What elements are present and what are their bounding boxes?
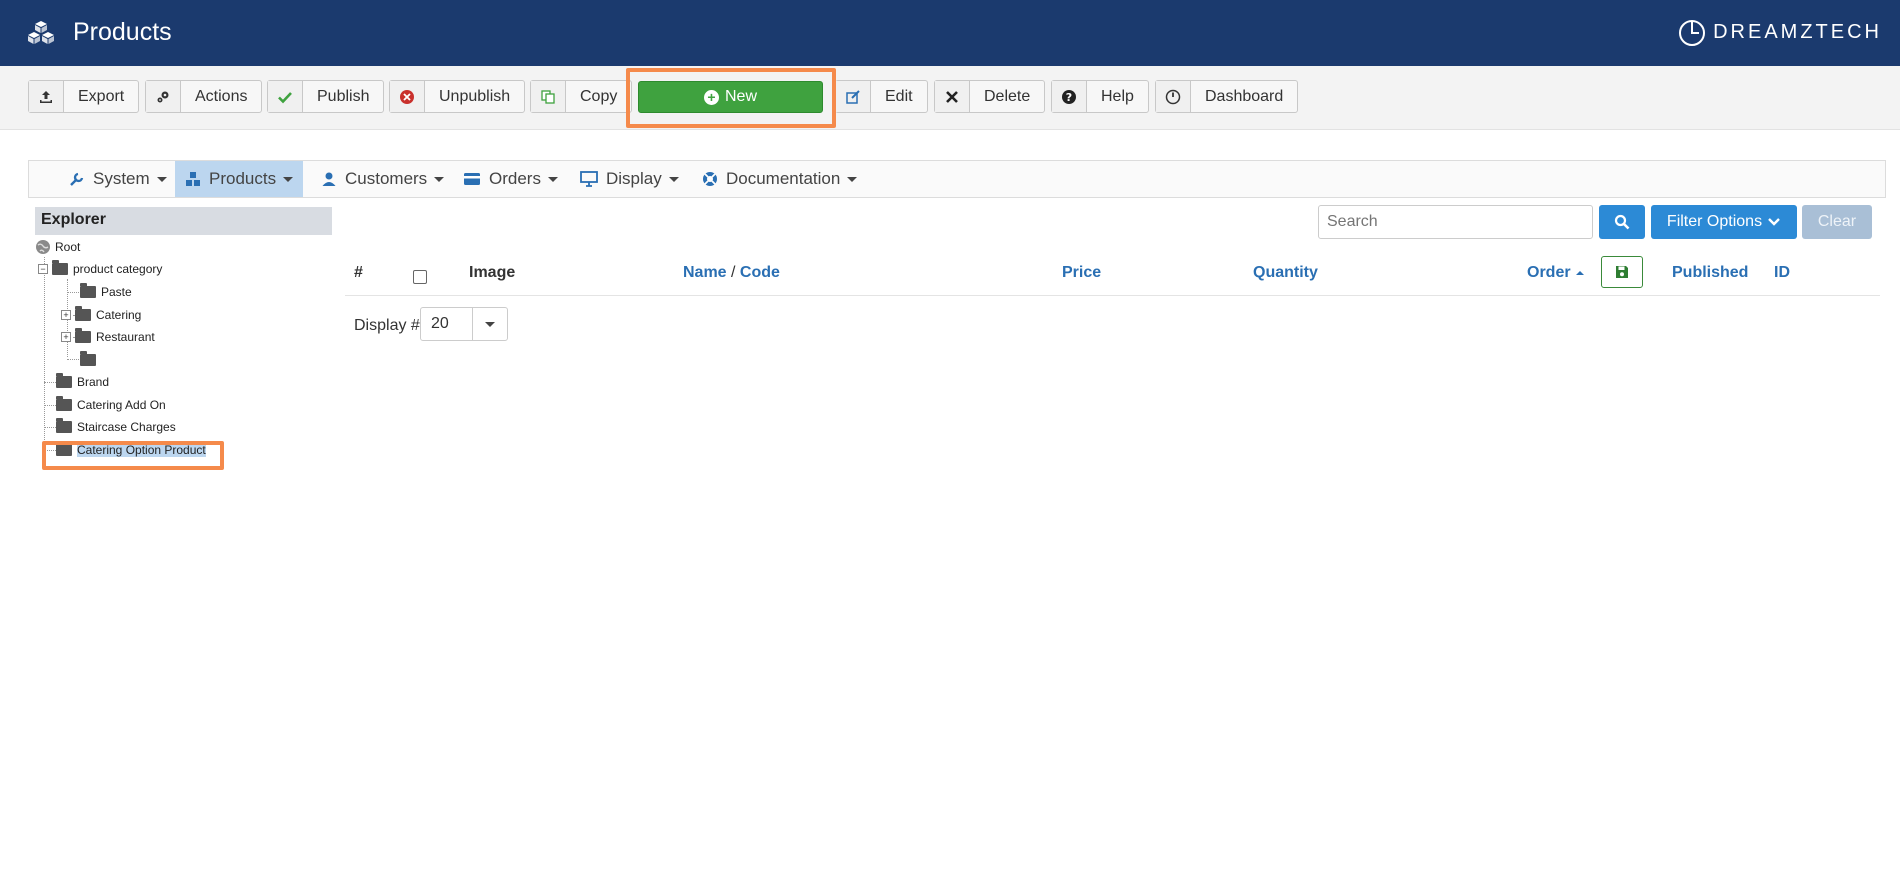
dropdown-toggle[interactable] [473,308,507,340]
caret-down-icon [668,176,679,182]
caret-down-icon [547,176,558,182]
expand-icon[interactable]: + [61,310,71,320]
times-icon [935,81,970,112]
save-order-button[interactable] [1601,256,1643,288]
svg-text:?: ? [1066,91,1072,104]
monitor-icon [580,171,598,187]
tree-node-restaurant[interactable]: + Restaurant [61,327,155,347]
folder-icon [80,351,96,366]
tree-node-root[interactable]: Root [35,237,80,257]
cubes-icon [186,172,200,186]
col-name-code: Name / Code [683,264,780,281]
nav-customers[interactable]: Customers [311,161,454,197]
app-header: Products DREAMZTECH [0,0,1900,66]
brand-logo: DREAMZTECH [1677,17,1882,47]
user-icon [322,172,336,186]
folder-icon [80,283,96,298]
lifebuoy-icon [703,172,717,186]
search-button[interactable] [1599,205,1645,239]
credit-card-icon [464,173,480,185]
caret-down-icon [434,176,445,182]
brand-name: DREAMZTECH [1713,20,1882,43]
col-number: # [354,264,363,281]
page-title: Products [73,18,172,46]
dashboard-button[interactable]: Dashboard [1155,80,1299,113]
tree-node-catering-add-on[interactable]: Catering Add On [56,395,166,415]
check-icon [268,81,303,112]
col-price[interactable]: Price [1062,264,1101,282]
tree-node-brand[interactable]: Brand [56,372,109,392]
expand-icon[interactable]: + [61,332,71,342]
times-circle-icon [390,81,425,112]
folder-icon [56,373,72,388]
edit-icon [836,81,871,112]
sort-asc-icon [1576,271,1585,275]
explorer-title: Explorer [35,207,332,235]
new-button-highlight [626,68,836,128]
delete-button[interactable]: Delete [934,80,1046,113]
main-nav: System Products Customers Orders Display… [28,160,1886,198]
filter-options-button[interactable]: Filter Options [1651,205,1797,239]
search-icon [1614,214,1630,230]
col-quantity[interactable]: Quantity [1253,264,1318,282]
caret-down-icon [156,176,167,182]
collapse-icon[interactable]: − [38,264,48,274]
toolbar: Export Actions Publish Unpublish Copy + … [0,66,1900,130]
display-count-select[interactable]: 20 [420,307,508,341]
question-circle-icon: ? [1052,81,1087,112]
folder-icon [56,396,72,411]
caret-down-icon [283,176,294,182]
sort-by-name[interactable]: Name [683,264,727,281]
col-id[interactable]: ID [1774,264,1790,282]
col-order[interactable]: Order [1527,264,1585,282]
gears-icon [146,81,181,112]
caret-down-icon [485,321,495,327]
chevron-down-icon [1768,218,1780,226]
globe-icon [36,240,50,254]
help-button[interactable]: ? Help [1051,80,1149,113]
copy-icon [531,81,566,112]
nav-documentation[interactable]: Documentation [692,161,867,197]
folder-icon [56,418,72,433]
nav-display[interactable]: Display [570,161,689,197]
col-published[interactable]: Published [1672,264,1748,282]
table-header-divider [345,295,1880,296]
clear-button[interactable]: Clear [1802,205,1872,239]
publish-button[interactable]: Publish [267,80,385,113]
folder-icon [75,328,91,343]
col-image: Image [469,264,516,281]
tree-node-staircase-charges[interactable]: Staircase Charges [56,417,176,437]
dashboard-icon [1156,81,1191,112]
selected-node-highlight [42,441,224,470]
tree-node-catering[interactable]: + Catering [61,305,141,325]
search-input[interactable] [1318,205,1593,239]
nav-products[interactable]: Products [175,161,304,197]
tree-node-product-category[interactable]: − product category [38,259,162,279]
export-button[interactable]: Export [28,80,140,113]
upload-icon [29,81,64,112]
tree-line [44,257,45,454]
tree-node-unnamed[interactable] [80,350,101,370]
tree-node-paste[interactable]: Paste [80,282,132,302]
display-count-value: 20 [421,308,473,340]
folder-open-icon [52,260,68,275]
nav-system[interactable]: System [59,161,177,197]
cubes-icon [28,21,54,44]
select-all-checkbox[interactable] [413,270,427,284]
wrench-icon [70,172,84,186]
display-count-label: Display # [354,317,420,334]
caret-down-icon [847,176,858,182]
edit-button[interactable]: Edit [835,80,928,113]
actions-button[interactable]: Actions [145,80,263,113]
sort-by-code[interactable]: Code [740,264,780,281]
save-icon [1616,266,1628,278]
folder-icon [75,306,91,321]
nav-orders[interactable]: Orders [453,161,568,197]
clock-logo-icon [1679,20,1706,46]
copy-button[interactable]: Copy [530,80,633,113]
unpublish-button[interactable]: Unpublish [389,80,526,113]
